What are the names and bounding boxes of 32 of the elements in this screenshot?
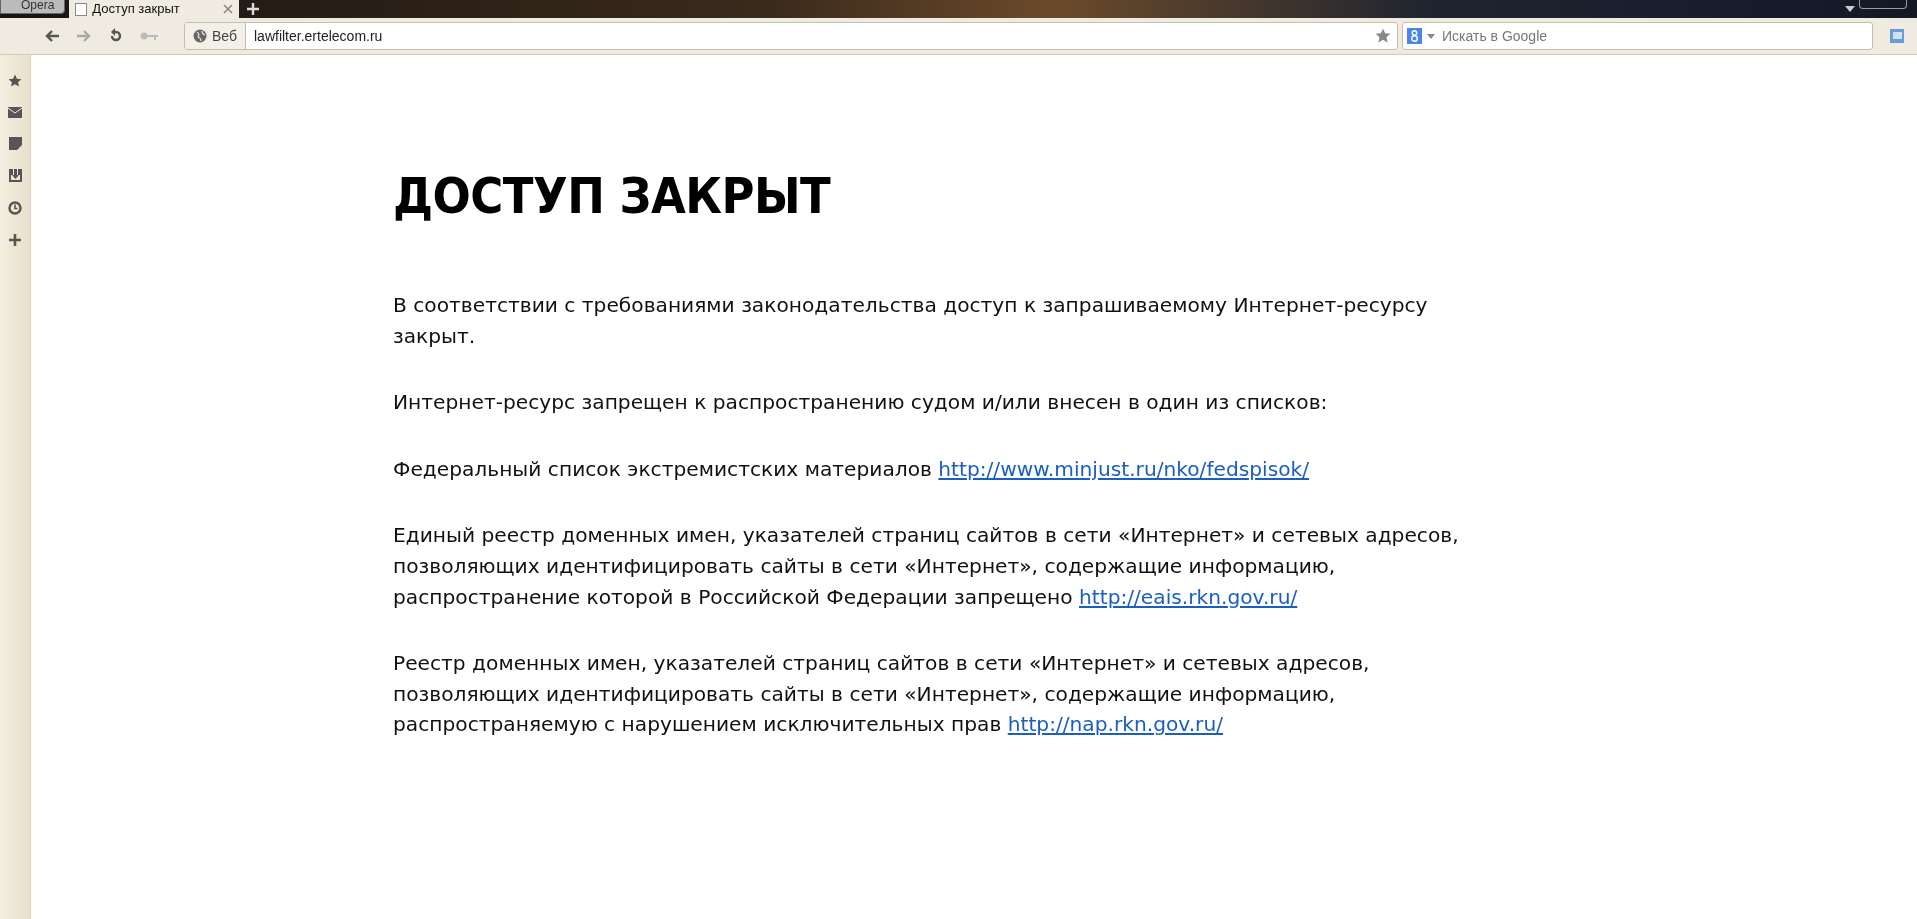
tab-title: Доступ закрыт [92, 2, 181, 16]
page-icon [75, 2, 88, 16]
bookmark-star-icon[interactable] [1375, 28, 1391, 44]
back-icon[interactable] [44, 29, 60, 43]
new-tab-icon[interactable] [247, 3, 260, 15]
link[interactable]: http://www.minjust.ru/nko/fedspisok/ [938, 456, 1310, 481]
paragraph: Единый реестр доменных имен, указателей страниц сайтов в сети «Интернет» и сетевых адресов, позволяющих идентифицировать сайты в сети «Интернет», содержащие информацию, распространение которой в Российской Федерации запрещено http://eais.rkn.gov.ru/ [393, 522, 1460, 611]
download-icon[interactable] [8, 169, 22, 182]
globe-icon [193, 29, 207, 43]
page-heading: ДОСТУП ЗАКРЫТ [393, 167, 832, 225]
star-icon[interactable] [8, 74, 22, 88]
search-bar[interactable]: Искать в Google [1402, 22, 1873, 50]
menu-button[interactable]: Opera [0, 0, 66, 14]
tab-menu-icon[interactable] [1845, 6, 1855, 12]
clock-icon[interactable] [8, 201, 22, 215]
mail-icon[interactable] [8, 107, 22, 118]
browser-tab[interactable]: Доступ закрыт [69, 0, 240, 18]
paragraph: Интернет-ресурс запрещен к распространению судом и/или внесен в один из списков: [393, 389, 1329, 417]
add-icon[interactable] [9, 234, 21, 246]
link[interactable]: http://eais.rkn.gov.ru/ [1079, 584, 1298, 609]
url-text: lawfilter.ertelecom.ru [253, 28, 384, 44]
address-bar[interactable]: Веб lawfilter.ertelecom.ru [184, 22, 1398, 50]
site-info-button[interactable]: Веб [185, 23, 246, 49]
link[interactable]: http://nap.rkn.gov.ru/ [1007, 712, 1224, 737]
note-icon[interactable] [8, 137, 22, 150]
paragraph: Реестр доменных имен, указателей страниц сайтов в сети «Интернет» и сетевых адресов, позволяющих идентифицировать сайты в сети «Интернет», содержащие информацию, распространяемую с нарушением исключительных прав http://nap.rkn.gov.ru/ [393, 650, 1371, 739]
dropdown-caret-icon[interactable] [1427, 33, 1435, 39]
close-icon[interactable] [223, 4, 234, 14]
reload-icon[interactable] [108, 28, 124, 44]
paragraph: В соответствии с требованиями законодательства доступ к запрашиваемому Интернет-ресурсу закрыт. [393, 292, 1429, 350]
window-controls[interactable] [1859, 0, 1907, 9]
paragraph: Федеральный список экстремистских материалов http://www.minjust.ru/nko/fedspisok/ [393, 455, 1311, 483]
